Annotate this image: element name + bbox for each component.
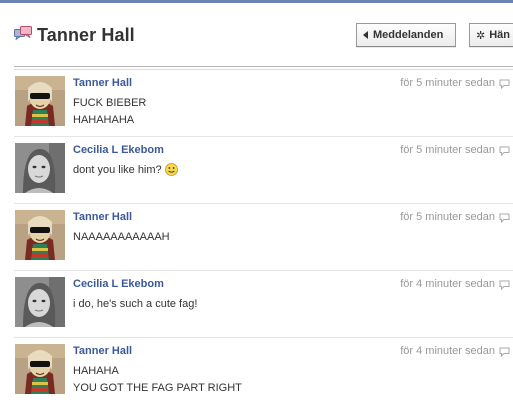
header-divider xyxy=(14,66,513,67)
tanner-hall-avatar[interactable] xyxy=(15,76,65,126)
message-timestamp: för 5 minuter sedan xyxy=(400,144,495,156)
reply-icon[interactable] xyxy=(499,280,510,290)
message-sender[interactable]: Cecilia L Ekebom xyxy=(73,278,164,290)
message-body: FUCK BIEBER HAHAHAHA xyxy=(73,95,146,129)
reply-icon[interactable] xyxy=(499,213,510,223)
message-item: Tanner Hall för 5 minuter sedan NAAAAAAA… xyxy=(14,204,513,271)
message-item: Cecilia L Ekebom för 4 minuter sedan i d… xyxy=(14,271,513,338)
message-body: NAAAAAAAAAAAH xyxy=(73,229,170,246)
page-title: Tanner Hall xyxy=(37,25,135,45)
reply-icon[interactable] xyxy=(499,146,510,156)
message-body: HAHAHA YOU GOT THE FAG PART RIGHT xyxy=(73,363,242,397)
message-text: NAAAAAAAAAAAH xyxy=(73,231,170,243)
message-text: dont you like him? xyxy=(73,164,162,176)
actions-label: Hän xyxy=(489,29,510,41)
back-to-messages-label: Meddelanden xyxy=(373,29,444,41)
message-timestamp: för 4 minuter sedan xyxy=(400,278,495,290)
back-arrow-icon xyxy=(363,31,368,39)
messages-icon xyxy=(14,26,32,40)
message-body: i do, he's such a cute fag! xyxy=(73,296,197,313)
message-text: FUCK BIEBER xyxy=(73,97,147,109)
message-sender[interactable]: Tanner Hall xyxy=(73,345,132,357)
message-text: i do, he's such a cute fag! xyxy=(73,298,198,310)
message-text: HAHAHAHA xyxy=(73,114,135,126)
message-sender[interactable]: Cecilia L Ekebom xyxy=(73,144,164,156)
cecilia-ekebom-avatar[interactable] xyxy=(15,277,65,327)
reply-icon[interactable] xyxy=(499,347,510,357)
message-item: Cecilia L Ekebom för 5 minuter sedan don… xyxy=(14,137,513,204)
gear-icon: ✲ xyxy=(476,29,486,42)
message-timestamp: för 5 minuter sedan xyxy=(400,77,495,89)
message-item: Tanner Hall för 4 minuter sedan HAHAHA Y… xyxy=(14,338,513,405)
message-text: HAHAHA xyxy=(73,365,119,377)
message-line: dont you like him? xyxy=(73,162,178,179)
back-to-messages-button[interactable]: Meddelanden xyxy=(356,23,456,47)
message-sender[interactable]: Tanner Hall xyxy=(73,211,132,223)
message-sender[interactable]: Tanner Hall xyxy=(73,77,132,89)
reply-icon[interactable] xyxy=(499,79,510,89)
smiley-icon xyxy=(164,163,178,176)
thread-header: Tanner Hall Meddelanden ✲ Hän xyxy=(0,3,513,61)
tanner-hall-avatar[interactable] xyxy=(15,344,65,394)
cecilia-ekebom-avatar[interactable] xyxy=(15,143,65,193)
message-body: dont you like him? xyxy=(73,162,178,179)
message-timestamp: för 4 minuter sedan xyxy=(400,345,495,357)
message-text: YOU GOT THE FAG PART RIGHT xyxy=(73,382,242,394)
message-item: Tanner Hall för 5 minuter sedan FUCK BIE… xyxy=(14,70,513,137)
actions-button[interactable]: ✲ Hän xyxy=(469,23,513,47)
tanner-hall-avatar[interactable] xyxy=(15,210,65,260)
message-timestamp: för 5 minuter sedan xyxy=(400,211,495,223)
